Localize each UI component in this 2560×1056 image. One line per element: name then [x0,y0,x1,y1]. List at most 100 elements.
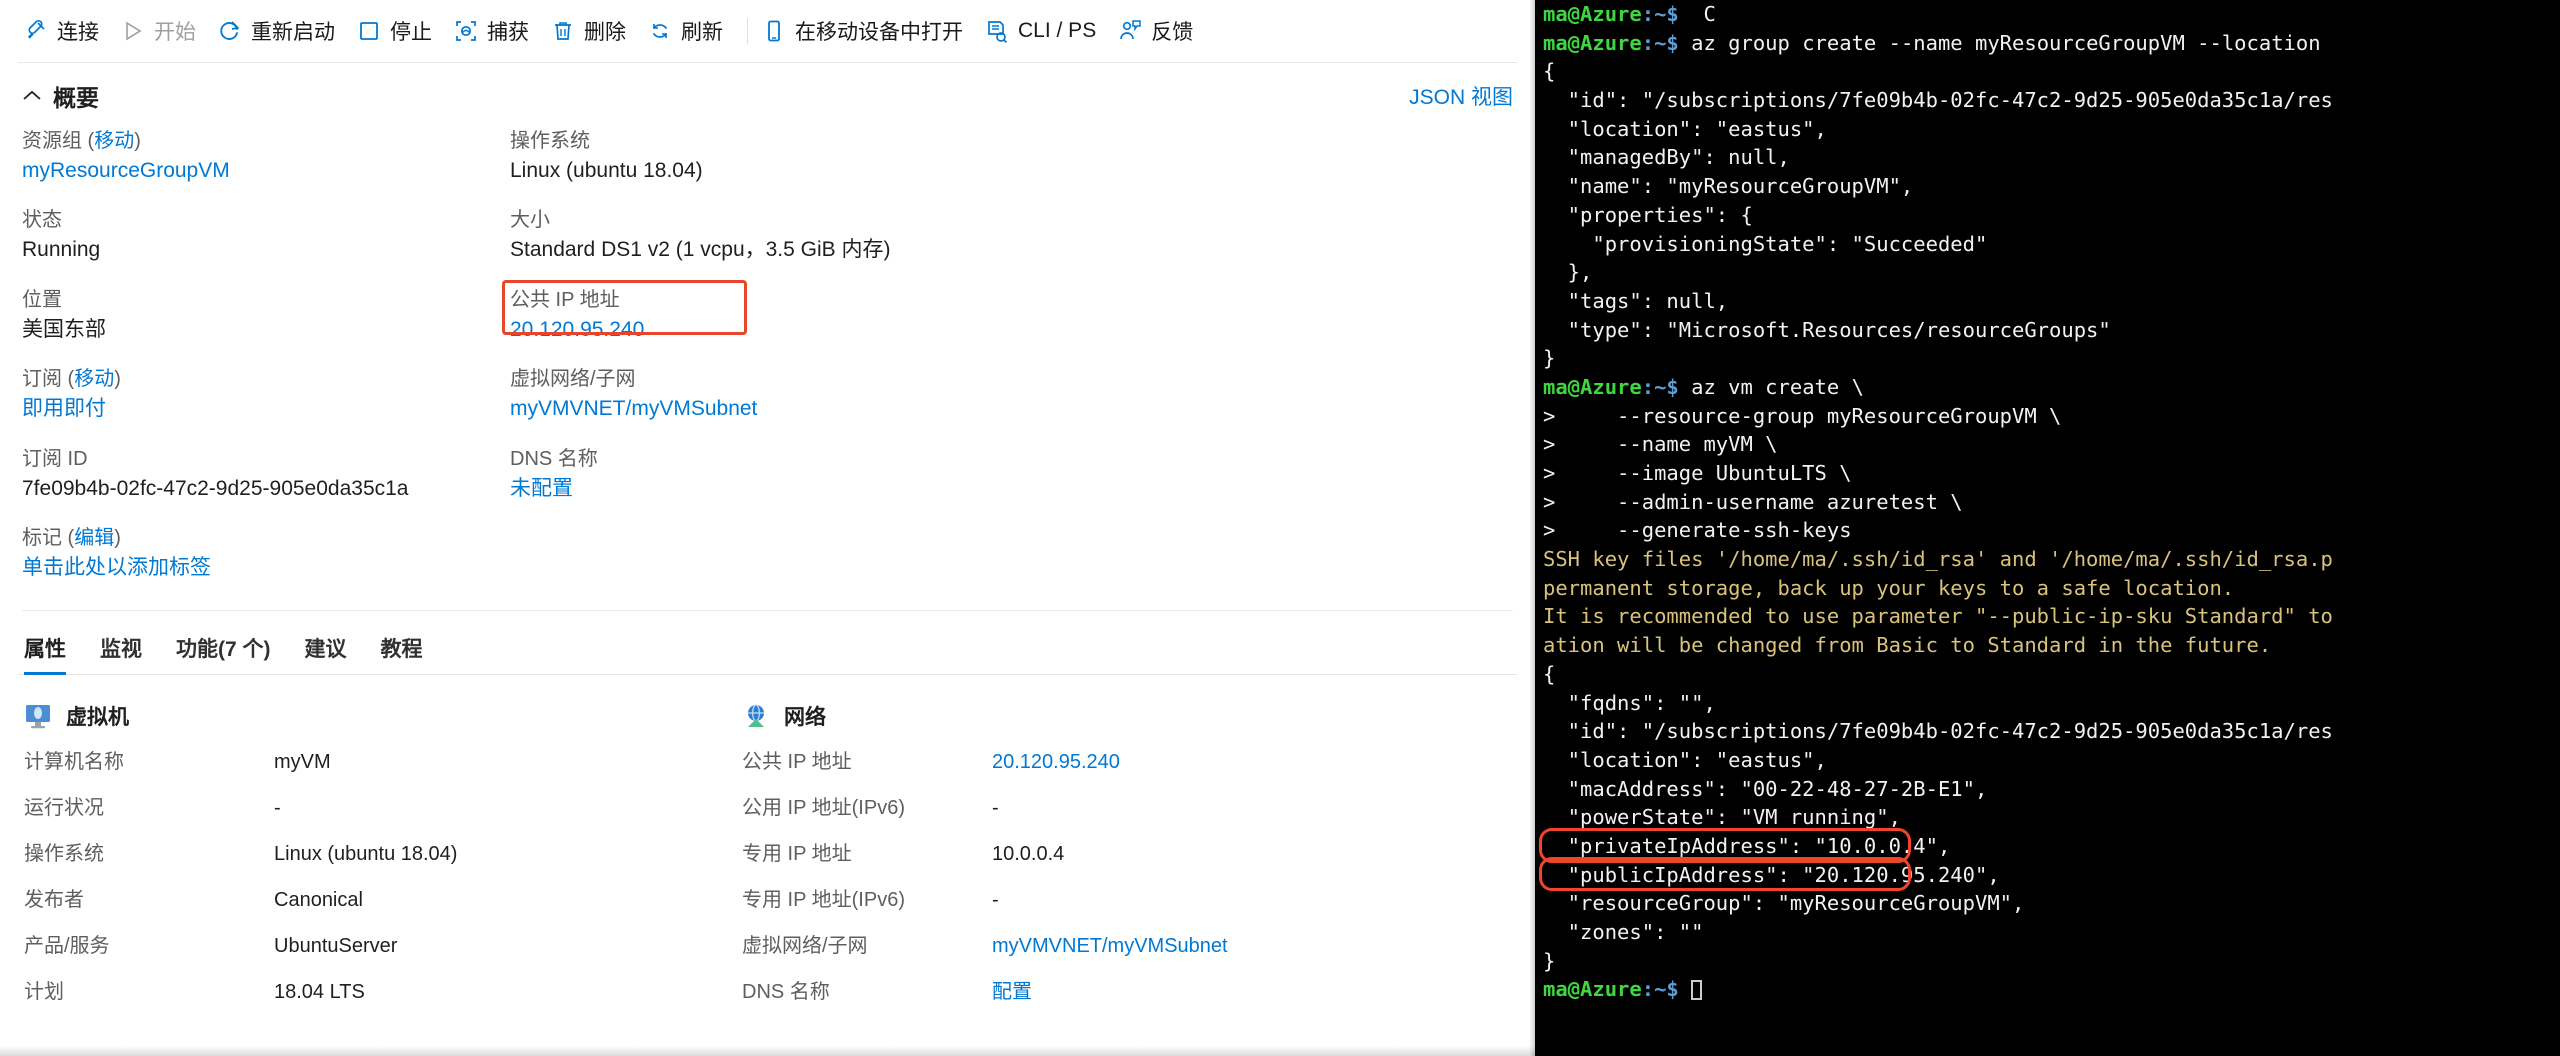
field-label-text: 订阅 ID [22,447,88,470]
terminal-text: "privateIpAddress": "10.0.0.4", [1543,833,1951,858]
essentials-field: 标记 (编辑) 单击此处以添加标签 [22,524,492,583]
terminal-text: C [1678,2,1716,26]
property-row: 操作系统 Linux (ubuntu 18.04) [24,841,724,867]
tab-monitoring[interactable]: 监视 [100,633,142,675]
command-capture[interactable]: 捕获 [448,11,545,51]
command-connect[interactable]: 连接 [18,11,115,51]
terminal-text: "name": "myResourceGroupVM", [1543,174,1914,199]
terminal-text: It is recommended to use parameter "--pu… [1543,604,2333,629]
terminal-line: "managedBy": null, [1543,143,2560,172]
property-value[interactable]: myVMVNET/myVMSubnet [992,933,1228,959]
terminal-text: ma@Azure [1543,977,1642,1002]
command-delete[interactable]: 删除 [545,11,642,51]
tab-tutorials[interactable]: 教程 [381,633,423,675]
terminal-line: "location": "eastus", [1543,115,2560,144]
command-label: 刷新 [681,21,723,44]
property-key: 操作系统 [24,842,104,865]
field-label-text: 订阅 [22,368,62,391]
terminal-line: > --generate-ssh-keys [1543,516,2560,545]
property-value: Linux (ubuntu 18.04) [274,842,458,865]
terminal-text: "provisioningState": "Succeeded" [1543,231,1988,256]
field-label-action-link[interactable]: 移动 [94,130,134,152]
terminal-line: "publicIpAddress": "20.120.95.240", [1543,861,2560,890]
essentials-field: 资源组 (移动) myResourceGroupVM [22,127,492,186]
property-key: 公用 IP 地址(IPv6) [742,796,905,819]
essentials-section: 资源组 (移动) myResourceGroupVM 状态 Running 位置 美国东部… [0,119,1535,604]
property-value[interactable]: 20.120.95.240 [992,749,1120,775]
network-group-header: 网络 [742,701,1442,731]
terminal-text: } [1543,948,1556,973]
chevron-up-icon[interactable] [22,89,42,103]
field-label-text: 虚拟网络/子网 [510,368,636,391]
property-value[interactable]: 配置 [992,979,1032,1005]
field-label-action-link[interactable]: 编辑 [74,527,114,549]
terminal-text: az vm create \ [1678,374,1864,399]
field-label-action-link[interactable]: 移动 [74,368,114,390]
field-label-text: 标记 [22,527,62,550]
property-row: 专用 IP 地址(IPv6) - [742,887,1442,913]
terminal-line: { [1543,660,2560,689]
properties-section: 虚拟机 计算机名称 myVM 运行状况 - 操作系统 Linux (ubuntu 18.0… [0,675,1535,1025]
azure-portal-pane: 连接 开始 重新启动 停止 捕获 删除 刷新 在移动设备中打开 CLI / PS 反馈 概要 JS… [0,0,1535,1056]
connect-icon [24,19,48,43]
essentials-field-value[interactable]: 未配置 [510,474,980,504]
essentials-left-column: 资源组 (移动) myResourceGroupVM 状态 Running 位置 美国东部… [22,127,492,604]
terminal-cursor [1691,980,1703,1001]
delete-icon [551,19,575,43]
network-rows-container: 公共 IP 地址 20.120.95.240 公用 IP 地址(IPv6) - 专用 I… [742,749,1442,1005]
json-view-link[interactable]: JSON 视图 [1409,81,1513,111]
field-label-text: 大小 [510,209,550,232]
command-refresh[interactable]: 刷新 [642,11,739,51]
property-key: 产品/服务 [24,934,110,957]
command-stop[interactable]: 停止 [351,11,448,51]
terminal-text: > --generate-ssh-keys [1543,518,1852,543]
property-key: 公共 IP 地址 [742,750,852,773]
command-label: 捕获 [487,21,529,44]
property-value: UbuntuServer [274,934,398,957]
cloud-shell-terminal[interactable]: ma@Azure:~$ Cma@Azure:~$ az group create… [1535,0,2560,1056]
command-mobile[interactable]: 在移动设备中打开 [756,11,979,51]
terminal-text: ma@Azure [1543,30,1642,55]
essentials-field-value[interactable]: myResourceGroupVM [22,156,492,186]
command-feedback[interactable]: 反馈 [1112,11,1209,51]
essentials-field-value: Running [22,238,101,262]
terminal-text: az group create --name myResourceGroupVM… [1678,30,2333,55]
command-restart[interactable]: 重新启动 [212,11,351,51]
vm-group-header: 虚拟机 [24,701,724,731]
essentials-field: DNS 名称 未配置 [510,445,980,504]
essentials-field-value[interactable]: 20.120.95.240 [510,315,980,345]
command-cli[interactable]: CLI / PS [979,14,1112,48]
essentials-field-value: 美国东部 [22,317,106,341]
tab-properties[interactable]: 属性 [24,633,66,675]
essentials-field-value[interactable]: 单击此处以添加标签 [22,553,492,583]
overview-title-group[interactable]: 概要 [22,79,99,113]
essentials-field: 订阅 (移动) 即用即付 [22,365,492,424]
command-start[interactable]: 开始 [115,11,212,51]
start-icon [121,19,145,43]
essentials-field-value[interactable]: myVMVNET/myVMSubnet [510,394,980,424]
overview-title: 概要 [53,85,99,111]
terminal-text: :~$ [1641,2,1679,26]
terminal-line: ma@Azure:~$ C [1543,0,2560,29]
tab-recommendations[interactable]: 建议 [305,633,347,675]
tab-capabilities[interactable]: 功能(7 个) [176,633,271,675]
terminal-text: "fqdns": "", [1543,690,1716,715]
command-label: 停止 [390,21,432,44]
essentials-field-value: Linux (ubuntu 18.04) [510,159,703,182]
terminal-line: }, [1543,258,2560,287]
refresh-icon [648,19,672,43]
essentials-field: 公共 IP 地址 20.120.95.240 [510,286,980,345]
command-label: 反馈 [1151,21,1194,44]
essentials-field: 位置 美国东部 [22,286,492,345]
terminal-text: "managedBy": null, [1543,145,1790,170]
terminal-line: } [1543,947,2560,976]
mobile-icon [762,19,786,43]
network-icon [742,702,770,730]
terminal-text: ma@Azure [1543,374,1642,399]
property-row: 专用 IP 地址 10.0.0.4 [742,841,1442,867]
network-group-title: 网络 [784,705,826,729]
command-bar: 连接 开始 重新启动 停止 捕获 删除 刷新 在移动设备中打开 CLI / PS 反馈 [0,0,1535,62]
essentials-field-value[interactable]: 即用即付 [22,394,492,424]
terminal-text: "id": "/subscriptions/7fe09b4b-02fc-47c2… [1543,88,2333,113]
